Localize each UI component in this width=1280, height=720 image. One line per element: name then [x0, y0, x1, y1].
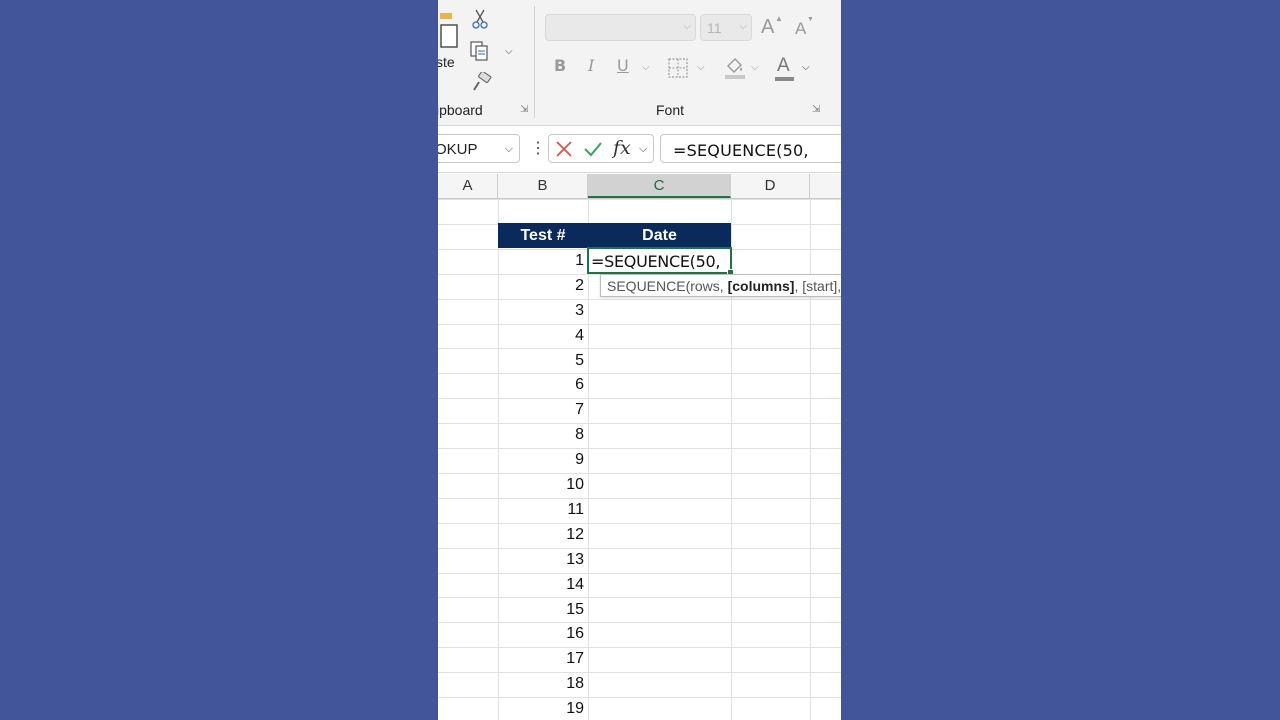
grid-column-line — [588, 199, 589, 720]
formula-input[interactable]: =SEQUENCE(50, — [660, 134, 841, 163]
test-number-cell[interactable]: 16 — [498, 621, 584, 646]
shrink-caret-icon: ▼ — [807, 16, 814, 23]
grow-caret-icon: ▲ — [775, 14, 783, 23]
font-launcher-icon[interactable]: ⇲ — [812, 104, 820, 115]
underline-dropdown-icon[interactable]: ⌵ — [642, 62, 650, 73]
column-header-d[interactable]: D — [731, 174, 810, 198]
function-tooltip: SEQUENCE(rows, [columns], [start], — [600, 274, 841, 297]
test-number-cell[interactable]: 8 — [498, 422, 584, 447]
insert-function-icon[interactable]: fx — [613, 137, 631, 159]
test-number-cell[interactable]: 9 — [498, 447, 584, 472]
chevron-down-icon: ⌵ — [739, 21, 747, 32]
test-number-cell[interactable]: 2 — [498, 273, 584, 298]
enter-check-icon[interactable] — [583, 140, 603, 158]
grow-font-icon[interactable]: A — [761, 16, 774, 39]
test-number-cell[interactable]: 13 — [498, 547, 584, 572]
chevron-down-icon: ⌵ — [683, 21, 691, 32]
tooltip-rest-args: , [start], — [794, 278, 841, 294]
borders-icon[interactable] — [668, 58, 688, 78]
italic-button[interactable]: I — [588, 56, 594, 75]
fill-color-icon[interactable] — [724, 56, 746, 80]
chevron-down-icon: ⌵ — [504, 143, 513, 155]
test-number-cell[interactable]: 17 — [498, 646, 584, 671]
test-number-cell[interactable]: 15 — [498, 597, 584, 622]
paste-label[interactable]: ste — [438, 54, 455, 70]
test-number-cell[interactable]: 11 — [498, 497, 584, 522]
copy-dropdown-icon[interactable]: ⌵ — [505, 46, 513, 57]
font-color-bar — [775, 77, 794, 81]
font-size-dropdown[interactable]: 11 ⌵ — [700, 14, 752, 41]
ribbon-separator — [534, 6, 535, 118]
shrink-font-icon[interactable]: A — [795, 19, 806, 39]
font-color-dropdown-icon[interactable]: ⌵ — [802, 62, 810, 73]
column-header-b[interactable]: B — [498, 174, 588, 198]
font-size-value: 11 — [707, 20, 722, 36]
paste-icon[interactable] — [438, 10, 460, 50]
formula-buttons: fx ⌵ — [548, 134, 654, 163]
active-cell-text: =SEQUENCE(50, — [591, 252, 721, 271]
test-number-cell[interactable]: 4 — [498, 323, 584, 348]
column-headers: A B C D — [438, 174, 841, 199]
active-cell[interactable]: =SEQUENCE(50, — [587, 247, 734, 276]
fill-color-dropdown-icon[interactable]: ⌵ — [751, 62, 759, 73]
font-name-dropdown[interactable]: ⌵ — [545, 14, 696, 41]
more-options-icon[interactable]: ⋮ — [530, 138, 546, 158]
test-number-cell[interactable]: 5 — [498, 348, 584, 373]
test-number-cell[interactable]: 12 — [498, 522, 584, 547]
clipboard-launcher-icon[interactable]: ⇲ — [520, 104, 528, 115]
ribbon: ste ⌵ ipboard ⇲ ⌵ 11 ⌵ A ▲ A ▼ B I U ⌵ ⌵… — [438, 0, 841, 126]
tooltip-current-arg: [columns] — [727, 278, 795, 294]
font-group-label: Font — [656, 102, 685, 118]
format-painter-icon[interactable] — [472, 72, 492, 92]
test-number-cell[interactable]: 3 — [498, 298, 584, 323]
column-header-c[interactable]: C — [588, 174, 731, 198]
name-box[interactable]: OKUP ⌵ — [438, 134, 520, 163]
formula-bar: OKUP ⌵ ⋮ fx ⌵ =SEQUENCE(50, — [438, 126, 841, 173]
clipboard-group-label: ipboard — [438, 102, 483, 118]
table-header-test-number[interactable]: Test # — [498, 223, 588, 248]
copy-icon[interactable] — [470, 41, 492, 61]
tooltip-function[interactable]: SEQUENCE(rows, — [607, 278, 728, 294]
test-number-cell[interactable]: 1 — [498, 248, 584, 273]
chevron-down-icon[interactable]: ⌵ — [639, 143, 647, 156]
borders-dropdown-icon[interactable]: ⌵ — [697, 62, 705, 73]
cut-icon[interactable] — [472, 9, 488, 29]
table-header-date[interactable]: Date — [588, 223, 731, 248]
column-header-a[interactable]: A — [438, 174, 498, 198]
test-number-cell[interactable]: 19 — [498, 696, 584, 720]
formula-text: =SEQUENCE(50, — [673, 141, 809, 160]
bold-button[interactable]: B — [554, 56, 566, 75]
name-box-value: OKUP — [438, 141, 478, 158]
underline-button[interactable]: U — [617, 56, 629, 75]
excel-window: ste ⌵ ipboard ⇲ ⌵ 11 ⌵ A ▲ A ▼ B I U ⌵ ⌵… — [438, 0, 841, 720]
worksheet-grid[interactable]: Test # Date 1 2 3 4 5 6 7 8 9 10 11 12 13 14 15 16 17 18 19 =… — [438, 199, 841, 720]
font-color-icon[interactable]: A — [777, 55, 790, 77]
test-number-cell[interactable]: 14 — [498, 572, 584, 597]
test-number-cell[interactable]: 7 — [498, 397, 584, 422]
test-number-cell[interactable]: 6 — [498, 372, 584, 397]
column-header-e[interactable] — [810, 174, 841, 198]
cancel-icon[interactable] — [555, 140, 573, 158]
test-number-cell[interactable]: 10 — [498, 472, 584, 497]
test-number-cell[interactable]: 18 — [498, 671, 584, 696]
grid-row-line — [438, 199, 841, 200]
